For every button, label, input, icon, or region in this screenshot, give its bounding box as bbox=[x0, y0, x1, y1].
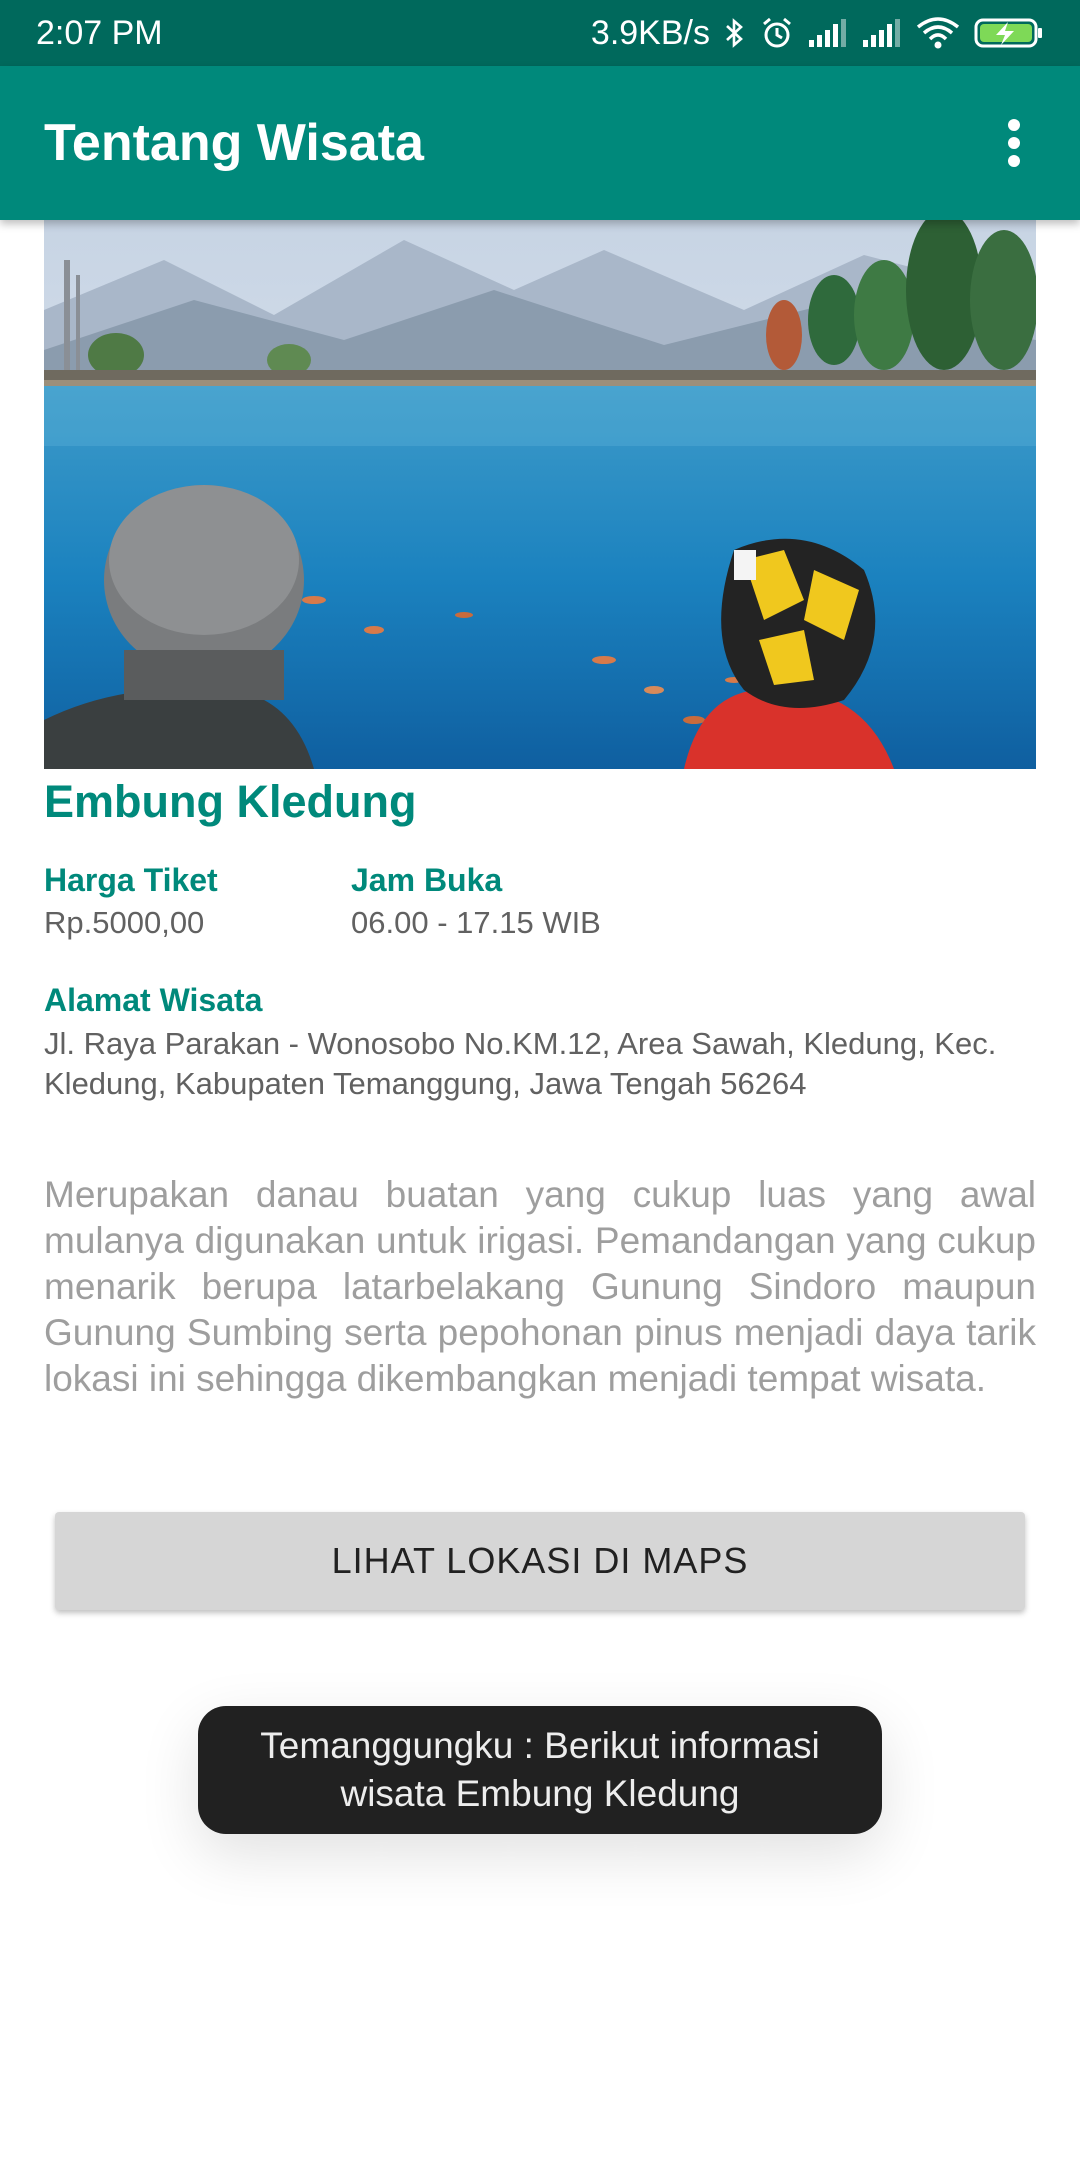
place-description: Merupakan danau buatan yang cukup luas y… bbox=[44, 1174, 1036, 1399]
net-speed: 3.9KB/s bbox=[590, 13, 710, 52]
signal-icon bbox=[808, 18, 848, 48]
app-bar-title: Tentang Wisata bbox=[44, 114, 424, 172]
view-on-maps-button[interactable]: LIHAT LOKASI DI MAPS bbox=[55, 1512, 1025, 1610]
battery-charging-icon bbox=[974, 17, 1044, 49]
wifi-icon bbox=[916, 17, 960, 49]
ticket-price-value: Rp.5000,00 bbox=[44, 905, 205, 940]
ticket-price-label: Harga Tiket bbox=[44, 862, 218, 898]
status-icons: 3.9KB/s bbox=[591, 14, 1044, 53]
place-photo bbox=[44, 220, 1036, 769]
address-label: Alamat Wisata bbox=[44, 982, 263, 1018]
toast-message: Temanggungku : Berikut informasi wisata … bbox=[198, 1706, 882, 1834]
overflow-menu-button[interactable] bbox=[984, 103, 1044, 183]
place-name: Embung Kledung bbox=[44, 776, 417, 827]
app-bar: Tentang Wisata bbox=[0, 66, 1080, 220]
more-vert-icon bbox=[1008, 119, 1020, 167]
opening-hours-value: 06.00 - 17.15 WIB bbox=[351, 905, 601, 940]
opening-hours-label: Jam Buka bbox=[351, 862, 503, 898]
signal-icon bbox=[862, 18, 902, 48]
address-value: Jl. Raya Parakan - Wonosobo No.KM.12, Ar… bbox=[44, 1026, 997, 1101]
status-bar: 2:07 PM 3.9KB/s bbox=[0, 0, 1080, 66]
status-time: 2:07 PM bbox=[36, 13, 163, 52]
alarm-icon bbox=[760, 16, 794, 50]
bluetooth-icon bbox=[724, 17, 746, 49]
